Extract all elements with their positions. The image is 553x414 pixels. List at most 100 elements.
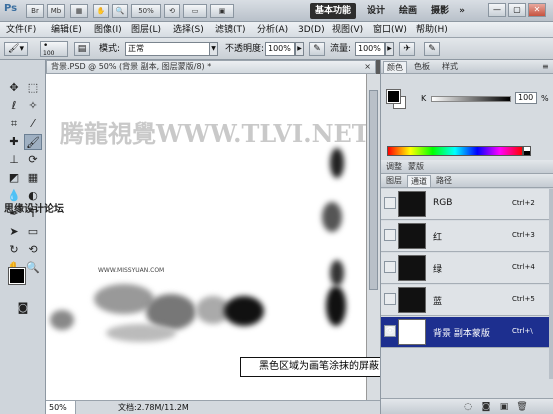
workspace-essentials[interactable]: 基本功能	[310, 3, 356, 19]
black-white-ramp[interactable]	[523, 146, 531, 156]
workspace-design[interactable]: 设计	[364, 3, 388, 19]
channel-thumbnail	[398, 223, 426, 249]
menu-help[interactable]: 帮助(H)	[416, 24, 448, 36]
channel-row-mask[interactable]: 👁 背景 副本蒙版 Ctrl+\	[381, 317, 549, 348]
tab-channels[interactable]: 通道	[407, 175, 431, 187]
menu-window[interactable]: 窗口(W)	[373, 24, 407, 36]
minimize-button[interactable]: —	[488, 3, 506, 17]
history-brush-tool-icon[interactable]: ⟳	[24, 152, 42, 168]
layers-panel-tabs: 图层 通道 路径	[381, 174, 553, 188]
healing-brush-tool-icon[interactable]: ✚	[5, 134, 23, 150]
menu-3d[interactable]: 3D(D)	[298, 24, 325, 36]
mode-dropdown-icon[interactable]: ▼	[209, 42, 218, 56]
gradient-tool-icon[interactable]: ▦	[24, 170, 42, 186]
quick-mask-icon[interactable]: ◙	[14, 300, 32, 316]
menu-select[interactable]: 选择(S)	[173, 24, 204, 36]
brush-panel-toggle-icon[interactable]: ▤	[74, 42, 90, 56]
panel-foreground-swatch[interactable]	[386, 89, 401, 104]
menu-edit[interactable]: 编辑(E)	[51, 24, 82, 36]
workspace-photography[interactable]: 摄影	[428, 3, 452, 19]
screen-mode-button[interactable]: ▣	[210, 4, 234, 18]
channel-row-red[interactable]: 红 Ctrl+3	[381, 221, 549, 252]
tablet-size-icon[interactable]: ✎	[424, 42, 440, 56]
scrollbar-thumb[interactable]	[369, 90, 378, 290]
k-slider[interactable]	[431, 96, 511, 102]
zoom-level-dropdown[interactable]: 50%	[131, 4, 161, 18]
lasso-tool-icon[interactable]: ℓ	[5, 98, 23, 114]
tab-adjustments[interactable]: 调整	[383, 161, 405, 173]
3d-rotate-tool-icon[interactable]: ↻	[5, 242, 23, 258]
flow-dropdown-icon[interactable]: ▶	[385, 42, 394, 56]
menu-filter[interactable]: 滤镜(T)	[215, 24, 246, 36]
tab-masks[interactable]: 蒙版	[405, 161, 427, 173]
rect-marquee-tool-icon[interactable]: ⬚	[24, 80, 42, 96]
clone-stamp-tool-icon[interactable]: ⊥	[5, 152, 23, 168]
airbrush-icon[interactable]: ✈	[399, 42, 415, 56]
mini-bridge-button[interactable]: Mb	[47, 4, 65, 18]
tab-color[interactable]: 颜色	[383, 61, 407, 73]
eye-icon[interactable]: 👁	[384, 325, 396, 337]
menu-file[interactable]: 文件(F)	[6, 24, 36, 36]
zoom-level-input[interactable]: 50%	[46, 401, 76, 414]
image-canvas[interactable]: 腾龍視覺WWW.TLVI.NET WWW.MISSYUAN.COM	[46, 74, 366, 400]
bridge-button[interactable]: Br	[26, 4, 44, 18]
view-extras-button[interactable]: ▦	[70, 4, 88, 18]
document-size-info[interactable]: 文档:2.78M/11.2M	[118, 401, 189, 414]
visibility-toggle[interactable]	[384, 197, 396, 209]
visibility-toggle[interactable]	[384, 229, 396, 241]
eyedropper-tool-icon[interactable]: ⁄	[24, 116, 42, 132]
brush-picker[interactable]: • 100	[40, 41, 68, 57]
workspace-painting[interactable]: 绘画	[396, 3, 420, 19]
close-document-icon[interactable]: ×	[364, 61, 371, 73]
save-selection-icon[interactable]: ◙	[479, 401, 493, 413]
opacity-dropdown-icon[interactable]: ▶	[295, 42, 304, 56]
opacity-input[interactable]: 100%	[265, 42, 295, 56]
hand-tool-button[interactable]: ✋	[93, 4, 109, 18]
tab-styles[interactable]: 样式	[439, 61, 461, 73]
brush-tool-preset-picker[interactable]: 🖌▾	[4, 42, 28, 56]
move-tool-icon[interactable]: ✥	[5, 80, 23, 96]
visibility-toggle[interactable]	[384, 293, 396, 305]
new-channel-icon[interactable]: ▣	[497, 401, 511, 413]
eraser-tool-icon[interactable]: ◩	[5, 170, 23, 186]
menu-layer[interactable]: 图层(L)	[131, 24, 161, 36]
tab-paths[interactable]: 路径	[433, 175, 455, 187]
close-button[interactable]: ✕	[528, 3, 546, 17]
mode-select[interactable]: 正常	[125, 42, 213, 56]
zoom-tool-icon[interactable]: 🔍	[24, 260, 42, 276]
visibility-toggle[interactable]	[384, 261, 396, 273]
toolbox: ✥ ⬚ ℓ ✧ ⌗ ⁄ ✚ 🖌 ⊥ ⟳ ◩ ▦ 💧 ◐ ✒ T ➤ ▭ ↻ ⟲ …	[0, 60, 46, 414]
restore-button[interactable]: ▢	[508, 3, 526, 17]
menu-view[interactable]: 视图(V)	[332, 24, 363, 36]
foreground-color-swatch[interactable]	[8, 267, 26, 285]
tab-layers[interactable]: 图层	[383, 175, 405, 187]
channel-name: RGB	[433, 198, 453, 208]
menu-image[interactable]: 图像(I)	[94, 24, 122, 36]
shape-tool-icon[interactable]: ▭	[24, 224, 42, 240]
flow-input[interactable]: 100%	[355, 42, 385, 56]
zoom-tool-button[interactable]: 🔍	[112, 4, 128, 18]
color-spectrum-bar[interactable]	[387, 146, 523, 156]
tab-swatches[interactable]: 色板	[411, 61, 433, 73]
arrange-documents-button[interactable]: ▭	[183, 4, 207, 18]
vertical-scrollbar[interactable]	[366, 74, 380, 400]
k-value-input[interactable]: 100	[515, 92, 537, 104]
crop-tool-icon[interactable]: ⌗	[5, 116, 23, 132]
channel-row-green[interactable]: 绿 Ctrl+4	[381, 253, 549, 284]
load-selection-icon[interactable]: ◌	[461, 401, 475, 413]
brush-tool-icon[interactable]: 🖌	[24, 134, 42, 150]
document-tab[interactable]: 背景.PSD @ 50% (背景 副本, 图层蒙版/8) * ×	[46, 60, 376, 74]
tablet-opacity-icon[interactable]: ✎	[309, 42, 325, 56]
channel-row-blue[interactable]: 蓝 Ctrl+5	[381, 285, 549, 316]
quick-select-tool-icon[interactable]: ✧	[24, 98, 42, 114]
workspace-more-icon[interactable]: »	[456, 3, 468, 19]
panel-menu-icon[interactable]: ≡	[539, 61, 552, 73]
path-select-tool-icon[interactable]: ➤	[5, 224, 23, 240]
3d-orbit-tool-icon[interactable]: ⟲	[24, 242, 42, 258]
channels-scrollbar[interactable]	[549, 189, 553, 379]
menu-analysis[interactable]: 分析(A)	[257, 24, 288, 36]
delete-channel-icon[interactable]: 🗑	[515, 401, 529, 413]
mask-blob	[106, 324, 176, 342]
channel-row-rgb[interactable]: RGB Ctrl+2	[381, 189, 549, 220]
rotate-view-button[interactable]: ⟲	[164, 4, 180, 18]
